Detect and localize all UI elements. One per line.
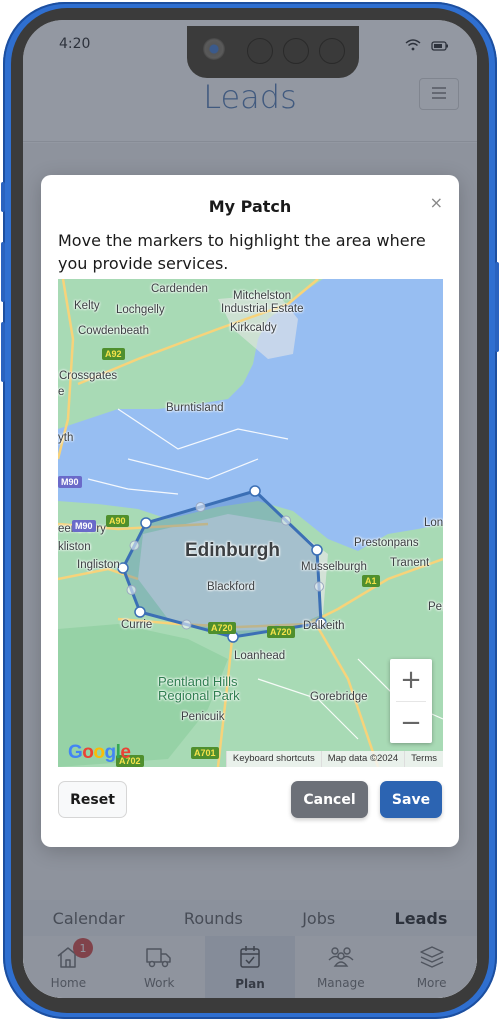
modal-description: Move the markers to highlight the area w… [58, 231, 426, 273]
patch-vertex-marker[interactable] [249, 485, 261, 497]
map-label-cardenden: Cardenden [151, 283, 208, 295]
map-label-pencaitland: Pen [428, 601, 443, 613]
map-label-burntisland: Burntisland [166, 402, 224, 414]
map-label-kelty: Kelty [74, 300, 100, 312]
map-label-pentland-hills: Pentland Hills Regional Park [158, 675, 240, 703]
map-label-loanhead: Loanhead [234, 650, 286, 662]
keyboard-shortcuts-link[interactable]: Keyboard shortcuts [225, 751, 321, 767]
phone-side-button [1, 182, 5, 212]
patch-midpoint-handle[interactable] [281, 515, 291, 526]
map-label-longniddry: Lon [424, 517, 443, 529]
map-label-cowdenbeath: Cowdenbeath [78, 325, 149, 337]
map-label-rosyth: yth [58, 432, 74, 444]
map-zoom-control: + − [390, 659, 432, 743]
sensor [319, 38, 345, 64]
front-camera [203, 38, 225, 60]
map-label-e-edge: e [58, 386, 65, 398]
cancel-button[interactable]: Cancel [291, 781, 368, 818]
map-label-industrial-estate: Industrial Estate [221, 303, 304, 315]
map-label-penicuik: Penicuik [181, 711, 225, 723]
map[interactable]: Cardenden Mitchelston Industrial Estate … [58, 279, 443, 767]
screen: 4:20 Leads Calendar Rounds Jobs Leads [23, 20, 477, 998]
map-data-text: Map data ©2024 [320, 751, 404, 767]
save-button[interactable]: Save [380, 781, 442, 818]
map-label-kirkliston: kliston [58, 541, 91, 553]
reset-button[interactable]: Reset [58, 781, 127, 818]
map-label-edinburgh: Edinburgh [185, 540, 280, 561]
map-label-musselburgh: Musselburgh [301, 561, 367, 573]
map-label-currie: Currie [121, 619, 153, 631]
road-shield-m90: M90 [72, 520, 96, 532]
phone-volume-up [1, 242, 5, 302]
google-logo[interactable]: Google [68, 742, 131, 764]
road-shield-a720-left: A720 [208, 622, 236, 634]
map-label-gorebridge: Gorebridge [310, 691, 368, 703]
sensor [247, 38, 273, 64]
map-label-lochgelly: Lochgelly [116, 304, 165, 316]
road-shield-a720-right: A720 [267, 626, 295, 638]
map-label-blackford: Blackford [207, 581, 255, 593]
phone-notch [187, 26, 359, 78]
patch-midpoint-handle[interactable] [129, 540, 140, 551]
map-label-ingliston: Ingliston [77, 559, 120, 571]
patch-midpoint-handle[interactable] [314, 581, 324, 592]
road-shield-m90-top: M90 [58, 476, 82, 488]
map-label-tranent: Tranent [390, 557, 430, 569]
patch-vertex-marker[interactable] [134, 606, 146, 618]
terms-link[interactable]: Terms [404, 751, 443, 767]
close-icon[interactable]: × [430, 193, 443, 212]
patch-midpoint-handle[interactable] [126, 585, 137, 595]
map-label-mitchelston: Mitchelston [233, 290, 292, 302]
patch-vertex-marker[interactable] [311, 544, 323, 556]
phone-power-button [495, 262, 499, 352]
sensor [283, 38, 309, 64]
road-shield-a701: A701 [191, 747, 219, 759]
pentland-line-1: Pentland Hills [158, 674, 238, 689]
zoom-in-button[interactable]: + [390, 659, 432, 701]
patch-midpoint-handle[interactable] [181, 619, 192, 630]
map-label-prestonpans: Prestonpans [354, 537, 419, 549]
map-label-dalkeith: Dalkeith [303, 620, 345, 632]
phone-volume-down [1, 322, 5, 382]
modal-footer: Reset Cancel Save [58, 781, 442, 819]
map-label-crossgates: Crossgates [59, 370, 118, 382]
zoom-out-button[interactable]: − [390, 702, 432, 744]
patch-vertex-marker[interactable] [140, 517, 152, 529]
map-label-kirkcaldy: Kirkcaldy [230, 322, 277, 334]
map-attribution: Keyboard shortcuts Map data ©2024 Terms [225, 751, 443, 767]
pentland-line-2: Regional Park [158, 688, 240, 703]
patch-midpoint-handle[interactable] [195, 502, 206, 512]
my-patch-modal: My Patch × Move the markers to highlight… [41, 175, 459, 847]
road-shield-a1: A1 [362, 575, 380, 587]
road-shield-a92: A92 [102, 348, 125, 360]
modal-title: My Patch [208, 197, 292, 216]
road-shield-a90: A90 [106, 515, 129, 527]
